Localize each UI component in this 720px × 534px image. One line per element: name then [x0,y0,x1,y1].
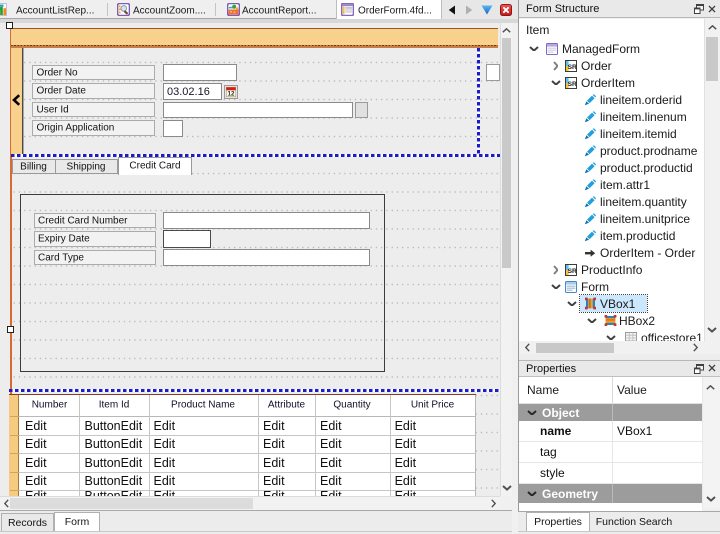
svg-text:SR: SR [568,80,577,87]
svg-text:12: 12 [227,90,234,96]
svg-text:SR: SR [568,63,577,70]
svg-text:SR: SR [568,267,577,274]
